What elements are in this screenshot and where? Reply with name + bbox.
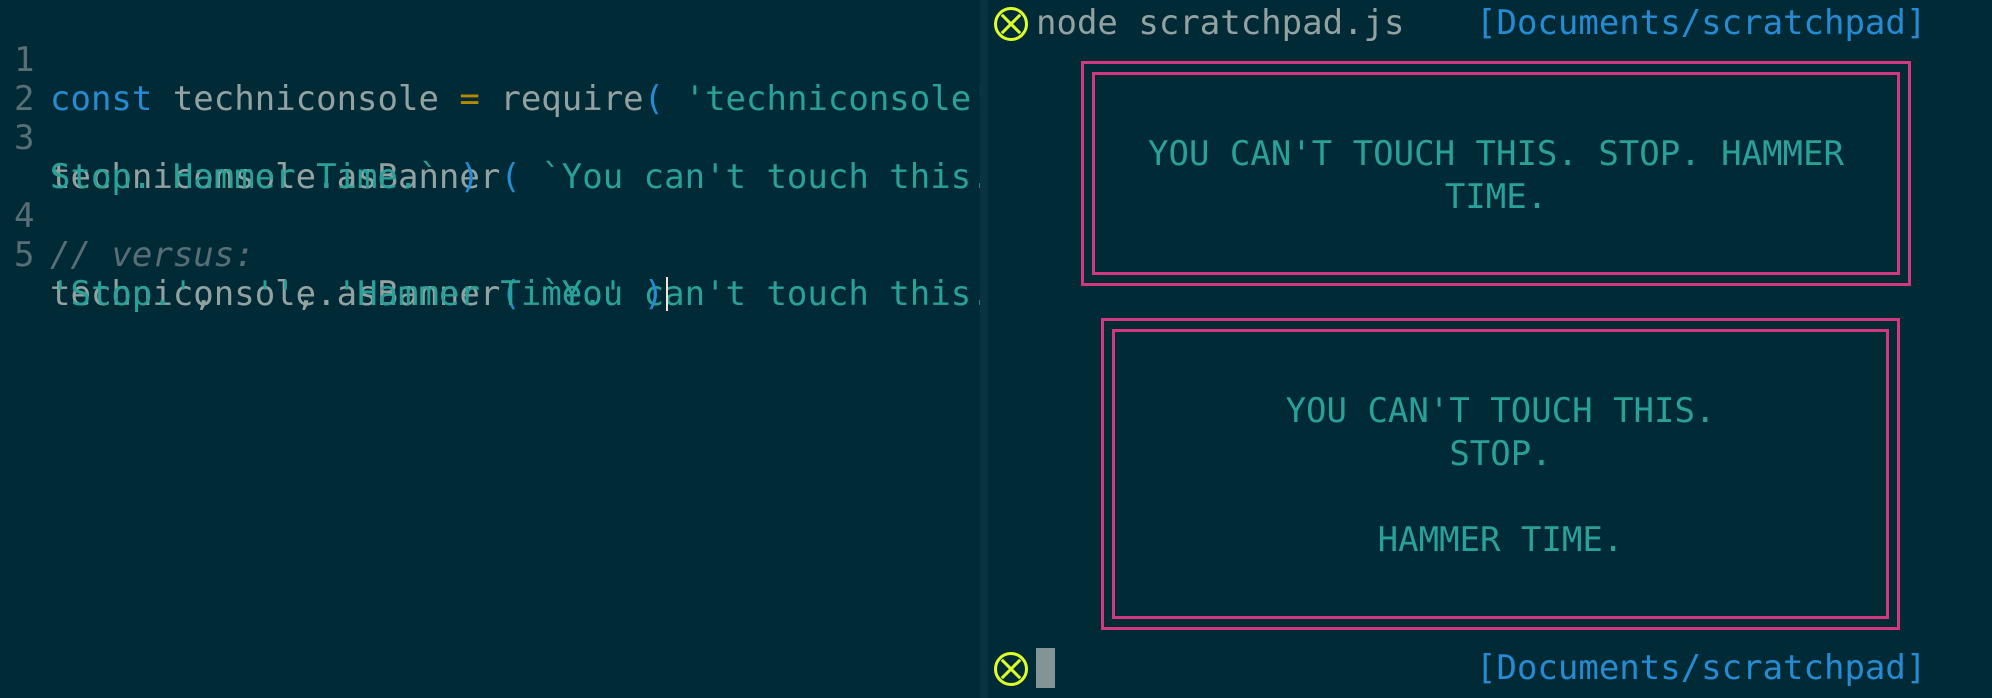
editor-line-5-wrap: 'Stop.', '', 'Hammer Time.' ) (0, 236, 669, 314)
command-text: node scratchpad.js (1036, 3, 1405, 43)
string-token: `You can't touch this. (541, 157, 992, 197)
banner-line: YOU CAN'T TOUCH THIS. (1285, 391, 1716, 431)
identifier-token: techniconsole (152, 79, 460, 119)
cwd-indicator: [Documents/scratchpad] (1476, 3, 1927, 43)
editor-line-4: 4 // versus: (0, 158, 255, 275)
circle-x-icon (994, 652, 1028, 686)
circle-x-icon (994, 7, 1028, 41)
code-editor-pane[interactable]: 1 const techniconsole = require( 'techni… (0, 0, 1033, 698)
cwd-indicator: [Documents/scratchpad] (1476, 648, 1927, 688)
comma-token: , (295, 274, 337, 314)
banner-line: TIME. (1444, 177, 1548, 217)
code-text: 'Stop.', '', 'Hammer Time.' ) (50, 274, 669, 314)
string-token: Stop. Hammer Time.` (50, 157, 439, 197)
comma-token: , (193, 274, 255, 314)
banner-line: YOU CAN'T TOUCH THIS. STOP. HAMMER (1148, 134, 1844, 174)
editor-line-1: 1 const techniconsole = require( 'techni… (0, 2, 1033, 119)
string-token: '' (254, 274, 296, 314)
banner-output-2: YOU CAN'T TOUCH THIS. STOP. HAMMER TIME. (1101, 318, 1900, 630)
text-caret (666, 277, 669, 311)
paren-token: ) (438, 157, 480, 197)
banner-line: STOP. (1449, 434, 1552, 474)
terminal-cursor[interactable] (1036, 648, 1055, 688)
editor-line-3-wrap: Stop. Hammer Time.` ) (0, 119, 480, 197)
pane-divider[interactable] (980, 0, 988, 698)
function-token: require (479, 79, 644, 119)
operator-token: = (459, 79, 480, 119)
terminal-pane[interactable]: node scratchpad.js [Documents/scratchpad… (988, 0, 1992, 698)
banner-output-1: YOU CAN'T TOUCH THIS. STOP. HAMMER TIME. (1081, 61, 1911, 286)
paren-token: ( (643, 79, 685, 119)
code-text: Stop. Hammer Time.` ) (50, 158, 480, 197)
paren-token: ( (500, 157, 542, 197)
string-token: 'Hammer Time.' (336, 274, 624, 314)
editor-line-2: 2 (0, 41, 82, 119)
string-token: 'Stop.' (50, 274, 194, 314)
editor-line-3: 3 techniconsole.asBanner( `You can't tou… (0, 80, 992, 197)
banner-line: HAMMER TIME. (1377, 520, 1624, 560)
string-token: 'techniconsole' (684, 79, 992, 119)
code-text: const techniconsole = require( 'technico… (50, 80, 1033, 119)
paren-token: ) (623, 274, 665, 314)
editor-line-5: 5 techniconsole.asBanner( `You can't tou… (0, 197, 1033, 314)
